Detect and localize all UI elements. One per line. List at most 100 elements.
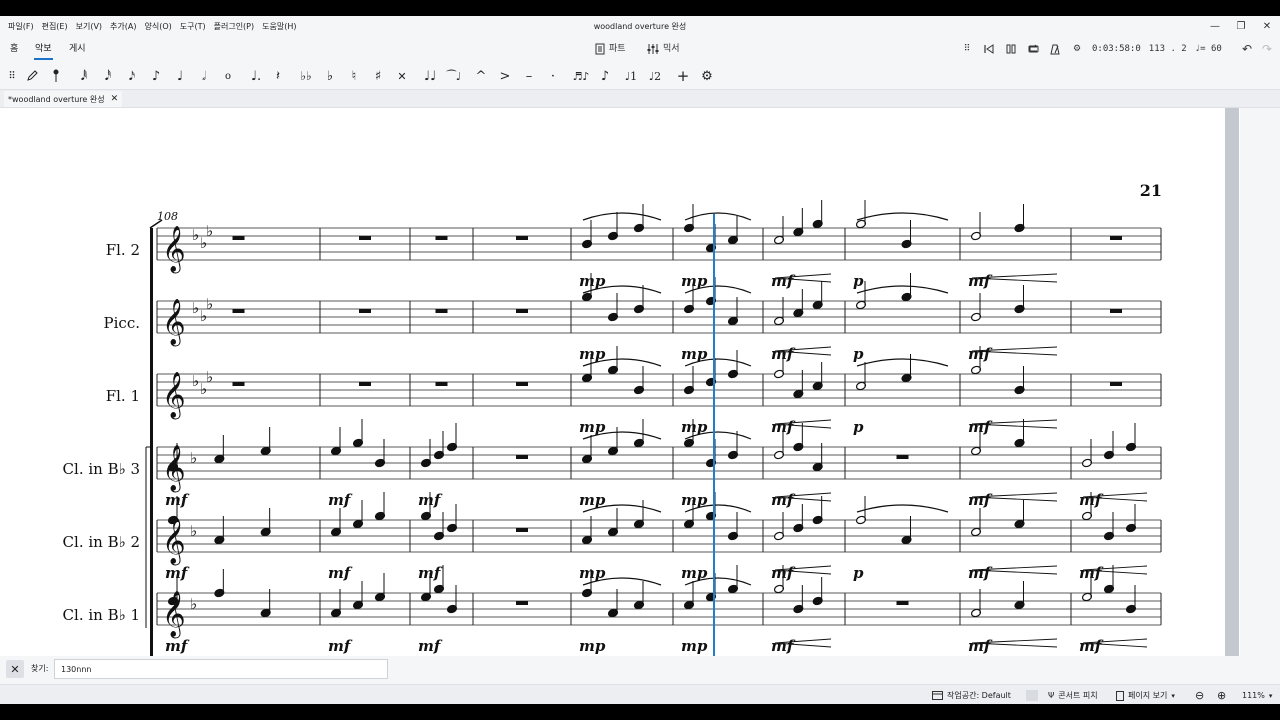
whole-rest bbox=[232, 382, 245, 386]
playback-settings-icon[interactable]: ⚙ bbox=[1066, 39, 1088, 59]
mixer-label: 믹서 bbox=[663, 44, 680, 54]
mixer-button[interactable]: 믹서 bbox=[647, 41, 680, 57]
metronome-icon[interactable] bbox=[1044, 39, 1066, 59]
menu-tools[interactable]: 도구(T) bbox=[176, 21, 210, 32]
workspace-selector[interactable]: 작업공간: Default bbox=[932, 690, 1011, 701]
instrument-name-cl3: Cl. in B♭ 3 bbox=[63, 460, 140, 478]
treble-clef: 𝄞 bbox=[162, 518, 186, 566]
toolbar-settings-icon[interactable]: ⚙ bbox=[697, 66, 717, 86]
duration-64th-icon[interactable]: 𝅘𝅥𝅱 bbox=[74, 66, 94, 86]
rest-icon[interactable]: 𝄽 bbox=[268, 66, 288, 86]
menu-file[interactable]: 파일(F) bbox=[4, 21, 38, 32]
parts-button[interactable]: 파트 bbox=[595, 41, 626, 57]
score-canvas[interactable]: 𝄞♭♭♭mpmpmfpmf𝄞♭♭♭mpmpmfpmf𝄞♭♭♭mpmpmfpmf𝄞… bbox=[0, 108, 1240, 664]
find-label: 찾기: bbox=[31, 664, 49, 673]
tab-publish[interactable]: 게시 bbox=[65, 41, 90, 57]
menu-edit[interactable]: 편집(E) bbox=[38, 21, 72, 32]
undo-icon[interactable]: ↶ bbox=[1238, 39, 1256, 59]
dynamic-marking: mf bbox=[771, 491, 796, 509]
measure-number: 108 bbox=[157, 210, 178, 223]
title-bar: 파일(F) 편집(E) 보기(V) 추가(A) 양식(O) 도구(T) 플러그인… bbox=[0, 16, 1280, 36]
dynamic-marking: p bbox=[853, 272, 864, 290]
flat-icon[interactable]: ♭ bbox=[320, 66, 340, 86]
workspace-tabs-row: 홈 악보 게시 파트 믹서 ⠿ ⚙ 0:03:58:0 113 . 2 ♩= 6… bbox=[0, 36, 1280, 62]
natural-icon[interactable]: ♮ bbox=[344, 66, 364, 86]
minimize-button[interactable]: — bbox=[1202, 16, 1228, 36]
voice-1-icon[interactable]: ♩1 bbox=[621, 66, 641, 86]
double-sharp-icon[interactable]: ✕ bbox=[392, 66, 412, 86]
vertical-scrollbar[interactable] bbox=[1224, 108, 1240, 664]
whole-rest bbox=[516, 455, 528, 459]
duration-16th-icon[interactable]: 𝅘𝅥𝅯 bbox=[122, 66, 142, 86]
window-controls: — ❐ ✕ bbox=[1202, 16, 1280, 36]
close-window-button[interactable]: ✕ bbox=[1254, 16, 1280, 36]
duration-whole-icon[interactable]: o bbox=[218, 66, 238, 86]
playback-position: 113 . 2 bbox=[1148, 44, 1187, 54]
maximize-button[interactable]: ❐ bbox=[1228, 16, 1254, 36]
menu-plugins[interactable]: 플러그인(P) bbox=[210, 21, 259, 32]
zoom-in-icon[interactable]: ⊕ bbox=[1217, 689, 1226, 702]
document-tab[interactable]: *woodland overture 완성 ✕ bbox=[4, 91, 123, 107]
whole-rest bbox=[516, 236, 528, 240]
dynamic-marking: mf bbox=[418, 637, 443, 655]
voice-2-icon[interactable]: ♩2 bbox=[645, 66, 665, 86]
slur bbox=[856, 358, 949, 367]
whole-rest bbox=[435, 309, 448, 313]
drag-handle-icon[interactable]: ⠿ bbox=[2, 66, 22, 86]
key-signature-flat: ♭ bbox=[206, 222, 213, 240]
parts-icon bbox=[595, 43, 605, 55]
drag-handle-icon[interactable]: ⠿ bbox=[956, 39, 978, 59]
menu-view[interactable]: 보기(V) bbox=[72, 21, 106, 32]
page-view-label: 페이지 보기 bbox=[1128, 691, 1168, 700]
duration-quarter-icon[interactable]: ♩ bbox=[170, 66, 190, 86]
whole-rest bbox=[1110, 309, 1122, 313]
accent-icon[interactable]: > bbox=[495, 66, 515, 86]
zoom-selector[interactable]: 111% ▾ bbox=[1242, 690, 1272, 701]
dynamic-marking: mf bbox=[328, 491, 353, 509]
close-icon[interactable]: ✕ bbox=[111, 94, 119, 104]
marcato-icon[interactable]: ^ bbox=[471, 66, 491, 86]
rewind-icon[interactable] bbox=[978, 39, 1000, 59]
whole-rest bbox=[359, 382, 371, 386]
find-input[interactable] bbox=[54, 659, 388, 679]
pencil-icon[interactable] bbox=[22, 66, 42, 86]
tenuto-icon[interactable]: – bbox=[519, 66, 539, 86]
concert-pitch-toggle[interactable]: Ψ 콘서트 피치 bbox=[1026, 690, 1098, 701]
whole-rest bbox=[359, 236, 371, 240]
tempo-readout: ♩= 60 bbox=[1194, 44, 1222, 54]
add-icon[interactable]: + bbox=[673, 66, 693, 86]
tab-score[interactable]: 악보 bbox=[31, 41, 56, 60]
tie-icon[interactable]: ♩♩ bbox=[420, 66, 440, 86]
close-icon[interactable]: ✕ bbox=[6, 660, 24, 678]
menu-help[interactable]: 도움말(H) bbox=[258, 21, 300, 32]
redo-icon[interactable]: ↷ bbox=[1258, 39, 1276, 59]
tuplet-icon[interactable]: ♬♪ bbox=[571, 66, 591, 86]
flip-direction-icon[interactable]: ♪ bbox=[595, 66, 615, 86]
duration-32nd-icon[interactable]: 𝅘𝅥𝅰 bbox=[98, 66, 118, 86]
document-tab-label: *woodland overture 완성 bbox=[8, 94, 105, 104]
staccato-icon[interactable]: · bbox=[543, 66, 563, 86]
dynamic-marking: mf bbox=[1079, 637, 1104, 655]
slur-icon[interactable]: ⁀♩ bbox=[444, 66, 464, 86]
dynamic-marking: mf bbox=[771, 272, 796, 290]
instrument-name-cl1: Cl. in B♭ 1 bbox=[63, 606, 140, 624]
page-view-selector[interactable]: 페이지 보기 ▾ bbox=[1116, 690, 1175, 701]
duration-eighth-icon[interactable]: ♪ bbox=[146, 66, 166, 86]
whole-rest bbox=[896, 455, 909, 459]
input-mode-icon[interactable] bbox=[46, 66, 66, 86]
scrollbar-thumb[interactable] bbox=[1225, 108, 1239, 664]
sharp-icon[interactable]: ♯ bbox=[368, 66, 388, 86]
augmentation-dot-icon[interactable]: ♩. bbox=[246, 66, 266, 86]
duration-half-icon[interactable]: 𝅗𝅥 bbox=[194, 66, 214, 86]
zoom-out-icon[interactable]: ⊖ bbox=[1195, 689, 1204, 702]
page-number: 21 bbox=[1140, 181, 1162, 200]
play-icon[interactable] bbox=[1000, 39, 1022, 59]
concert-pitch-checkbox[interactable] bbox=[1026, 690, 1038, 701]
double-flat-icon[interactable]: ♭♭ bbox=[296, 66, 316, 86]
tuning-fork-icon: Ψ bbox=[1048, 691, 1055, 700]
tab-home[interactable]: 홈 bbox=[6, 41, 22, 57]
loop-icon[interactable] bbox=[1022, 39, 1044, 59]
parts-label: 파트 bbox=[609, 44, 626, 54]
menu-format[interactable]: 양식(O) bbox=[140, 21, 175, 32]
menu-add[interactable]: 추가(A) bbox=[106, 21, 140, 32]
